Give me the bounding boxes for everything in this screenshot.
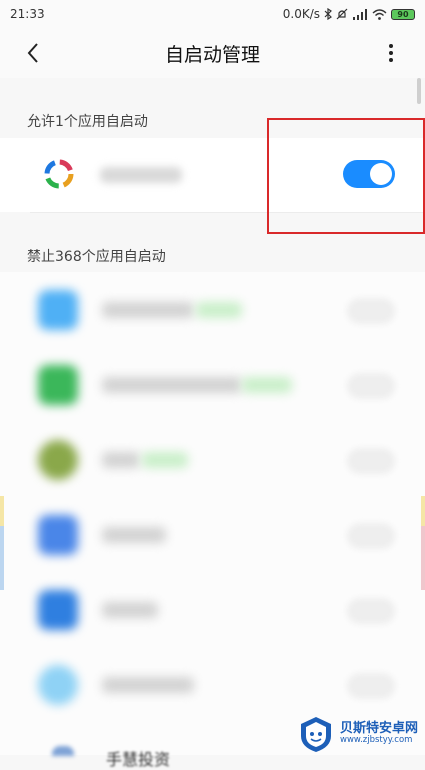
bluetooth-icon xyxy=(324,8,332,20)
list-item[interactable] xyxy=(0,422,425,497)
list-item[interactable] xyxy=(0,272,425,347)
autostart-toggle[interactable] xyxy=(347,673,395,699)
watermark: 贝斯特安卓网 www.zjbstyy.com xyxy=(296,713,425,755)
edge-strip xyxy=(421,496,425,526)
app-icon xyxy=(38,590,78,630)
app-icon xyxy=(38,515,78,555)
net-speed: 0.0K/s xyxy=(282,7,320,21)
app-name-blurred xyxy=(100,167,182,183)
app-logo-icon xyxy=(44,159,74,189)
nav-bar: 自启动管理 xyxy=(0,28,425,78)
list-item[interactable] xyxy=(0,497,425,572)
wifi-icon xyxy=(372,8,387,20)
app-icon xyxy=(38,665,78,705)
watermark-logo-icon xyxy=(301,717,331,752)
list-item[interactable] xyxy=(0,347,425,422)
watermark-text: 贝斯特安卓网 www.zjbstyy.com xyxy=(340,721,419,746)
app-name-blurred xyxy=(102,677,194,693)
app-tag-blurred xyxy=(142,452,188,468)
autostart-toggle[interactable] xyxy=(347,298,395,324)
battery-icon: 90 xyxy=(391,8,415,20)
status-time: 21:33 xyxy=(10,7,45,21)
app-name-blurred xyxy=(102,602,158,618)
autostart-toggle[interactable] xyxy=(347,373,395,399)
app-icon xyxy=(38,365,78,405)
highlight-annotation-box xyxy=(267,118,425,234)
app-tag-blurred xyxy=(196,302,242,318)
list-item[interactable] xyxy=(0,647,425,722)
battery-level: 90 xyxy=(397,9,409,19)
autostart-toggle[interactable] xyxy=(347,523,395,549)
allowed-section-header: 允许1个应用自启动 xyxy=(27,114,148,130)
mute-icon xyxy=(336,8,348,20)
app-icon xyxy=(38,290,78,330)
back-arrow-icon[interactable] xyxy=(22,41,46,65)
autostart-toggle[interactable] xyxy=(347,448,395,474)
signal-icon xyxy=(353,8,367,20)
app-name-blurred xyxy=(102,452,140,468)
app-icon xyxy=(38,440,78,480)
watermark-title: 贝斯特安卓网 xyxy=(340,721,419,737)
page-title: 自启动管理 xyxy=(164,43,260,66)
more-options-icon[interactable] xyxy=(379,41,403,65)
status-bar: 21:33 0.0K/s 90 xyxy=(0,0,425,28)
app-name-blurred xyxy=(102,527,166,543)
scrollbar[interactable] xyxy=(417,78,421,104)
edge-strip xyxy=(421,526,425,590)
list-item[interactable] xyxy=(0,572,425,647)
app-name-blurred xyxy=(102,302,194,318)
watermark-url: www.zjbstyy.com xyxy=(340,735,413,746)
blocked-app-list xyxy=(0,272,425,755)
edge-strip xyxy=(0,526,4,590)
app-name-blurred xyxy=(102,377,242,393)
status-icons: 0.0K/s 90 xyxy=(283,7,415,21)
edge-strip xyxy=(0,496,4,526)
autostart-toggle[interactable] xyxy=(347,598,395,624)
blocked-section-header: 禁止368个应用自启动 xyxy=(27,249,166,265)
list-item-label: 手慧投资 xyxy=(106,750,171,769)
app-tag-blurred xyxy=(242,377,292,393)
